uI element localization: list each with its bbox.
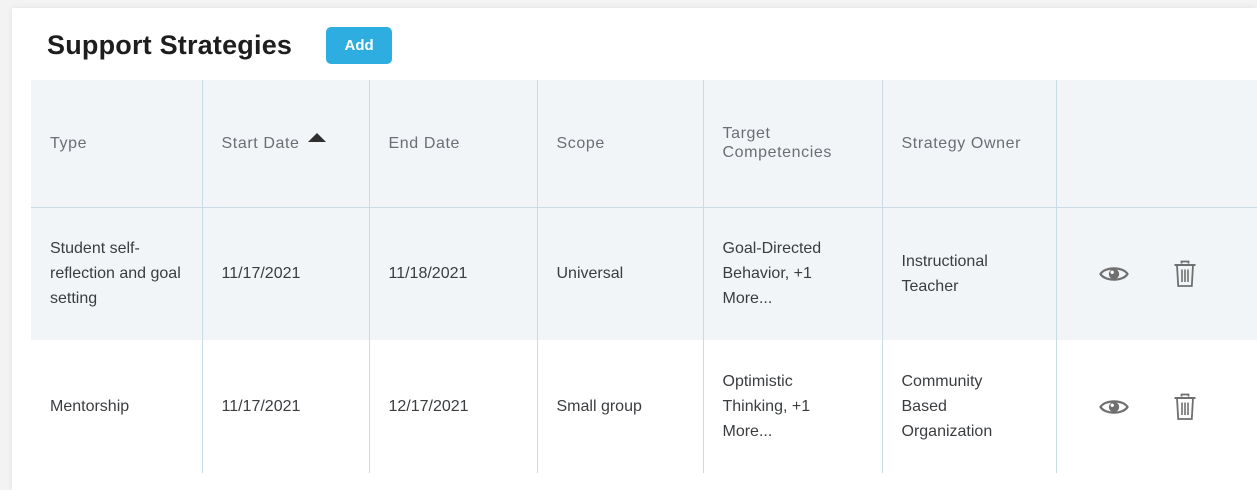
column-header-actions [1056,80,1257,208]
column-header-end-date[interactable]: End Date [369,80,538,208]
eye-icon[interactable] [1098,397,1129,417]
table-row: Mentorship 11/17/2021 12/17/2021 Small g… [31,340,1257,473]
cell-end-date: 12/17/2021 [369,340,538,473]
table-header: Type Start Date End Date Scope Target Co… [31,80,1257,208]
cell-start-date: 11/17/2021 [202,340,370,473]
section-header: Support Strategies Add [47,25,393,65]
trash-icon[interactable] [1173,393,1197,421]
eye-icon[interactable] [1098,264,1129,284]
column-header-scope[interactable]: Scope [537,80,704,208]
cell-scope: Small group [537,340,704,473]
table-row: Student self-reflection and goal setting… [31,207,1257,340]
column-header-target-competencies[interactable]: Target Competencies [703,80,883,208]
cell-strategy-owner: Instructional Teacher [882,207,1057,340]
column-header-strategy-owner[interactable]: Strategy Owner [882,80,1057,208]
column-header-type[interactable]: Type [31,80,203,208]
cell-type: Mentorship [31,340,203,473]
strategies-table: Type Start Date End Date Scope Target Co… [31,80,1257,473]
cell-end-date: 11/18/2021 [369,207,538,340]
trash-icon[interactable] [1173,260,1197,288]
cell-type: Student self-reflection and goal setting [31,207,203,340]
cell-target-competencies: Goal-Directed Behavior, +1 More... [703,207,883,340]
support-strategies-card: Support Strategies Add Type Start Date E… [12,8,1257,490]
cell-start-date: 11/17/2021 [202,207,370,340]
sort-ascending-icon[interactable] [307,132,326,142]
cell-strategy-owner: Community Based Organization [882,340,1057,473]
add-button[interactable]: Add [326,26,393,64]
cell-actions [1056,207,1257,340]
cell-actions [1056,340,1257,473]
column-header-start-date[interactable]: Start Date [202,80,370,208]
cell-target-competencies: Optimistic Thinking, +1 More... [703,340,883,473]
page-title: Support Strategies [47,29,293,60]
cell-scope: Universal [537,207,704,340]
